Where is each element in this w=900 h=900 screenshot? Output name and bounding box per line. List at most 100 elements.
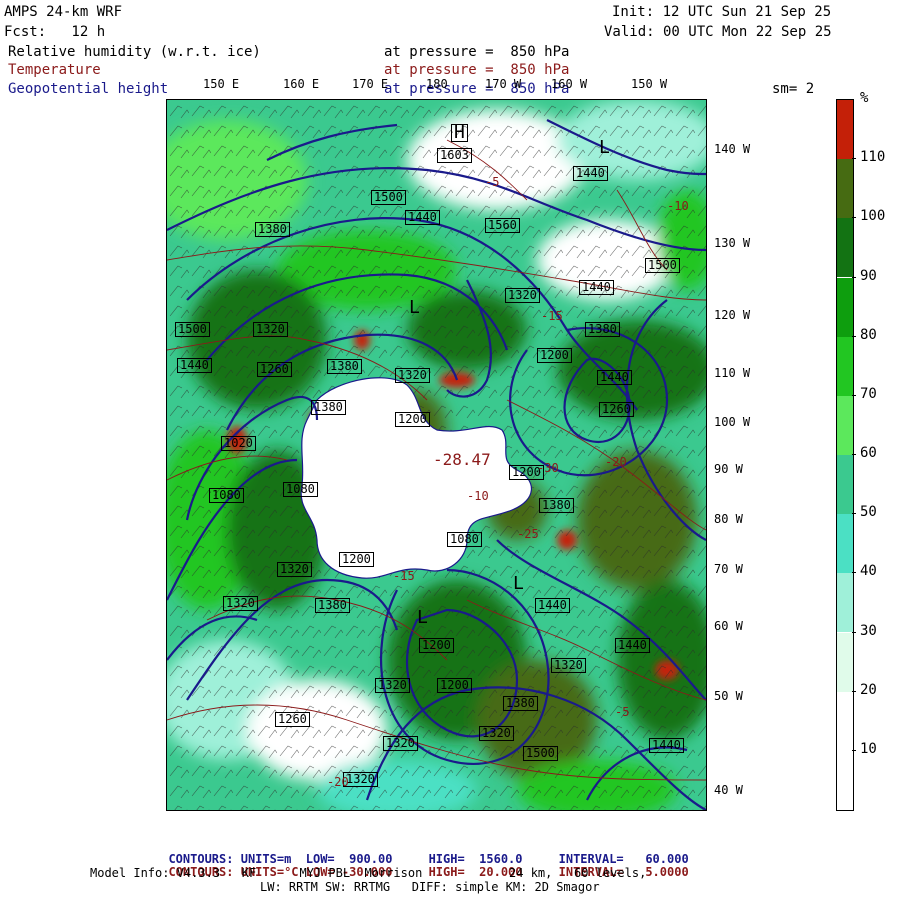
colorbar-level-label: 90: [860, 267, 877, 284]
colorbar-tick: [852, 572, 856, 574]
height-label: 1440: [573, 166, 608, 181]
temperature-label: -20: [605, 455, 627, 469]
height-label: 1200: [419, 638, 454, 653]
colorbar-tick: [852, 749, 856, 751]
colorbar-level-label: 60: [860, 445, 877, 461]
colorbar: [836, 99, 854, 811]
field-rh-name: Relative humidity (w.r.t. ice): [8, 44, 261, 60]
height-label: 1440: [579, 280, 614, 295]
forecast-hour: Fcst: 12 h: [4, 24, 106, 40]
temperature-label: -15: [393, 569, 415, 583]
smoothing-label: sm= 2: [772, 81, 815, 97]
height-label: 1380: [311, 400, 346, 415]
colorbar-segment: [837, 455, 853, 515]
colorbar-segment: [837, 632, 853, 692]
height-label: 1380: [255, 222, 290, 237]
colorbar-level-label: 110: [860, 149, 886, 166]
height-label: 1320: [375, 678, 410, 693]
colorbar-segment: [837, 218, 853, 278]
height-label: 1260: [275, 712, 310, 727]
height-label: 1500: [175, 322, 210, 337]
colorbar-segment: [837, 514, 853, 574]
right-lon-label: 110 W: [714, 366, 751, 380]
temperature-label: -20: [327, 775, 349, 789]
right-lon-label: 70 W: [714, 562, 743, 576]
right-lon-label: 120 W: [714, 308, 751, 322]
init-time: Init: 12 UTC Sun 21 Sep 25: [612, 4, 832, 20]
temperature-label: -25: [517, 527, 539, 541]
height-label: 1200: [437, 678, 472, 693]
colorbar-level-label: 80: [860, 326, 877, 343]
height-label: 1440: [597, 370, 632, 385]
valid-time: Valid: 00 UTC Mon 22 Sep 25: [604, 24, 832, 40]
field-height-name: Geopotential height: [8, 81, 169, 97]
low-pressure-marker: L: [513, 573, 524, 594]
right-lon-label: 40 W: [714, 783, 743, 797]
height-label: 1200: [339, 552, 374, 567]
low-pressure-marker: L: [409, 297, 420, 318]
height-label: 1560: [485, 218, 520, 233]
top-lon-label: 170 W: [485, 77, 522, 91]
height-label: 1380: [539, 498, 574, 513]
colorbar-tick: [852, 276, 856, 278]
height-label: 1380: [503, 696, 538, 711]
temperature-label: -5: [615, 705, 630, 719]
colorbar-segment: [837, 277, 853, 337]
height-label: 1603: [437, 148, 472, 163]
height-label: 1200: [395, 412, 430, 427]
field-height-level: at pressure = 850 hPa: [384, 81, 570, 97]
height-label: 1320: [395, 368, 430, 383]
colorbar-tick: [852, 631, 856, 633]
height-label: 1320: [253, 322, 288, 337]
colorbar-tick: [852, 217, 856, 219]
height-label: 1440: [405, 210, 440, 225]
weather-map[interactable]: 1603 1440 1560 1440 1500 1380 1440 1500 …: [166, 99, 707, 811]
height-label: 1320: [223, 596, 258, 611]
colorbar-segment: [837, 750, 853, 810]
colorbar-segment: [837, 691, 853, 751]
colorbar-unit: %: [860, 90, 869, 106]
colorbar-level-label: 20: [860, 681, 877, 698]
colorbar-level-label: 10: [860, 740, 877, 757]
colorbar-segment: [837, 159, 853, 219]
right-lon-label: 130 W: [714, 236, 751, 250]
temperature-label: -10: [667, 199, 689, 213]
height-label: 1440: [535, 598, 570, 613]
colorbar-level-label: 50: [860, 504, 877, 521]
footer-model-physics: LW: RRTM SW: RRTMG DIFF: simple KM: 2D S…: [260, 880, 600, 894]
height-label: 1260: [599, 402, 634, 417]
top-lon-label: 160 E: [283, 77, 320, 91]
height-label: 1440: [649, 738, 684, 753]
height-label: 1020: [221, 436, 256, 451]
colorbar-tick: [852, 158, 856, 160]
height-label: 1200: [537, 348, 572, 363]
colorbar-tick: [852, 454, 856, 455]
top-lon-label: 150 E: [203, 77, 240, 91]
colorbar-tick: [852, 513, 856, 515]
colorbar-segment: [837, 100, 853, 160]
height-label: 1500: [645, 258, 680, 273]
high-pressure-marker: H: [451, 124, 468, 142]
height-label: 1440: [615, 638, 650, 653]
height-label: 1260: [257, 362, 292, 377]
temperature-label: -5: [485, 175, 500, 189]
right-lon-label: 140 W: [714, 142, 751, 156]
height-label: 1320: [479, 726, 514, 741]
height-label: 1440: [177, 358, 212, 373]
height-label: 1320: [551, 658, 586, 673]
temperature-label: -30: [537, 461, 559, 475]
height-label: 1080: [209, 488, 244, 503]
height-label: 1500: [371, 190, 406, 205]
colorbar-segment: [837, 336, 853, 396]
colorbar-level-label: 40: [860, 563, 877, 580]
height-label: 1380: [315, 598, 350, 613]
height-label: 1380: [327, 359, 362, 374]
height-label: 1320: [505, 288, 540, 303]
colorbar-segment: [837, 573, 853, 633]
right-lon-label: 100 W: [714, 415, 751, 429]
model-title: AMPS 24-km WRF: [4, 4, 123, 20]
colorbar-tick: [852, 335, 856, 337]
height-label: 1080: [283, 482, 318, 497]
min-temperature-label: -28.47: [433, 450, 491, 469]
right-lon-label: 50 W: [714, 689, 743, 703]
